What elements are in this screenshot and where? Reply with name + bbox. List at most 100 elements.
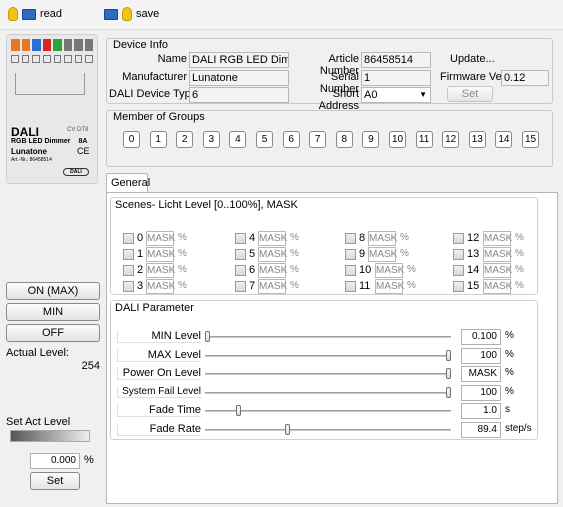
scene-mask-input[interactable]: MASK	[146, 279, 175, 294]
min-button[interactable]: MIN	[6, 303, 100, 321]
parameter-unit: %	[505, 330, 514, 341]
parameter-slider-thumb[interactable]	[446, 368, 451, 379]
scene-checkbox[interactable]	[453, 281, 464, 292]
parameter-value-input[interactable]: 1.0	[461, 403, 501, 419]
scene-mask-input[interactable]: MASK	[483, 247, 512, 262]
group-button[interactable]: 15	[522, 131, 539, 148]
set-level-input[interactable]: 0.000	[30, 453, 80, 469]
serial-number-field: 1	[361, 70, 431, 86]
scene-mask-input[interactable]: MASK	[258, 279, 287, 294]
scene-mask-input[interactable]: MASK	[375, 263, 404, 278]
scene-number: 13	[467, 248, 480, 260]
parameter-slider-track[interactable]	[205, 354, 451, 357]
scene-checkbox[interactable]	[453, 265, 464, 276]
tab-general[interactable]: General	[106, 173, 150, 193]
scene-checkbox[interactable]	[123, 265, 134, 276]
computer-icon	[104, 8, 118, 20]
group-button[interactable]: 14	[495, 131, 513, 148]
scene-checkbox[interactable]	[345, 265, 356, 276]
scene-checkbox[interactable]	[123, 249, 134, 260]
scene-checkbox[interactable]	[123, 233, 134, 244]
read-button[interactable]: read	[8, 7, 62, 21]
scene-percent-unit: %	[178, 264, 187, 275]
save-button[interactable]: save	[104, 7, 159, 21]
parameter-slider-thumb[interactable]	[236, 405, 242, 416]
set-level-button[interactable]: Set	[30, 472, 80, 490]
scene-percent-unit: %	[290, 264, 299, 275]
scene-checkbox[interactable]	[235, 265, 246, 276]
parameter-slider-thumb[interactable]	[205, 331, 210, 342]
update-link[interactable]: Update...	[450, 53, 495, 65]
group-button[interactable]: 0	[123, 131, 140, 148]
parameter-slider-track[interactable]	[205, 428, 451, 431]
scene-checkbox[interactable]	[235, 249, 246, 260]
scene-mask-input[interactable]: MASK	[258, 231, 287, 246]
scene-mask-input[interactable]: MASK	[368, 247, 397, 262]
group-button[interactable]: 12	[442, 131, 460, 148]
parameter-value-input[interactable]: MASK	[461, 366, 501, 382]
scene-mask-input[interactable]: MASK	[146, 247, 175, 262]
scene-percent-unit: %	[178, 232, 187, 243]
short-address-select[interactable]: A0 ▼	[361, 87, 431, 103]
off-button[interactable]: OFF	[6, 324, 100, 342]
group-button[interactable]: 5	[256, 131, 273, 148]
scene-checkbox[interactable]	[453, 249, 464, 260]
group-button[interactable]: 4	[229, 131, 247, 148]
short-address-set-button[interactable]: Set	[447, 86, 493, 102]
scene-percent-unit: %	[178, 248, 187, 259]
parameter-label: Fade Time	[117, 404, 201, 417]
parameter-value-input[interactable]: 89.4	[461, 421, 501, 438]
scene-number: 9	[359, 248, 366, 260]
scene-checkbox[interactable]	[453, 233, 464, 244]
scene-checkbox[interactable]	[345, 249, 356, 260]
scene-mask-input[interactable]: MASK	[146, 263, 175, 278]
scene-mask-input[interactable]: MASK	[483, 263, 512, 278]
on-max-button[interactable]: ON (MAX)	[6, 282, 100, 300]
parameter-slider-thumb[interactable]	[446, 349, 451, 361]
scene-checkbox[interactable]	[235, 281, 246, 292]
parameter-value-input[interactable]: 0.100	[461, 329, 501, 345]
wiring-diagram	[15, 73, 85, 95]
scene-percent-unit: %	[290, 280, 299, 291]
set-act-level-label: Set Act Level	[6, 416, 71, 428]
scene-percent-unit: %	[400, 248, 409, 259]
parameter-slider-thumb[interactable]	[446, 386, 451, 398]
parameter-slider-track[interactable]	[205, 336, 451, 338]
group-button[interactable]: 9	[362, 131, 380, 148]
scene-mask-input[interactable]: MASK	[483, 279, 512, 294]
ce-mark: CE	[77, 146, 90, 156]
scenes-panel: Scenes- Licht Level [0..100%], MASK 0 MAS…	[110, 197, 538, 295]
group-button[interactable]: 7	[309, 131, 327, 148]
group-button[interactable]: 1	[149, 131, 167, 148]
scene-mask-input[interactable]: MASK	[146, 231, 175, 246]
groups-row: 0 1 2 3 4 5 6 7 8 9 10 11 12 13 14 15	[123, 131, 547, 151]
scene-mask-input[interactable]: MASK	[483, 231, 512, 246]
scene-mask-input[interactable]: MASK	[258, 263, 287, 278]
name-label: Name	[157, 53, 187, 65]
parameter-slider-thumb[interactable]	[284, 423, 290, 435]
parameter-label: Power On Level	[117, 367, 201, 380]
scene-checkbox[interactable]	[235, 233, 246, 244]
parameter-slider-track[interactable]	[205, 391, 451, 394]
group-button[interactable]: 10	[389, 131, 406, 148]
scene-number: 3	[137, 280, 144, 292]
group-button[interactable]: 3	[202, 131, 220, 148]
group-button[interactable]: 11	[415, 131, 433, 148]
scene-number: 12	[467, 232, 480, 244]
scene-mask-input[interactable]: MASK	[375, 279, 404, 294]
parameter-value-input[interactable]: 100	[461, 384, 501, 401]
scene-checkbox[interactable]	[345, 281, 356, 292]
scene-mask-input[interactable]: MASK	[368, 231, 397, 246]
scene-mask-input[interactable]: MASK	[258, 247, 287, 262]
group-button[interactable]: 8	[335, 131, 353, 148]
device-info-title: Device Info	[113, 39, 169, 51]
level-gradient-slider[interactable]	[10, 430, 90, 442]
parameter-slider-track[interactable]	[205, 373, 451, 375]
group-button[interactable]: 6	[282, 131, 300, 148]
parameter-slider-track[interactable]	[205, 410, 451, 412]
group-button[interactable]: 13	[468, 131, 486, 148]
scene-checkbox[interactable]	[345, 233, 356, 244]
parameter-value-input[interactable]: 100	[461, 347, 501, 364]
scene-checkbox[interactable]	[123, 281, 134, 292]
group-button[interactable]: 2	[176, 131, 194, 148]
